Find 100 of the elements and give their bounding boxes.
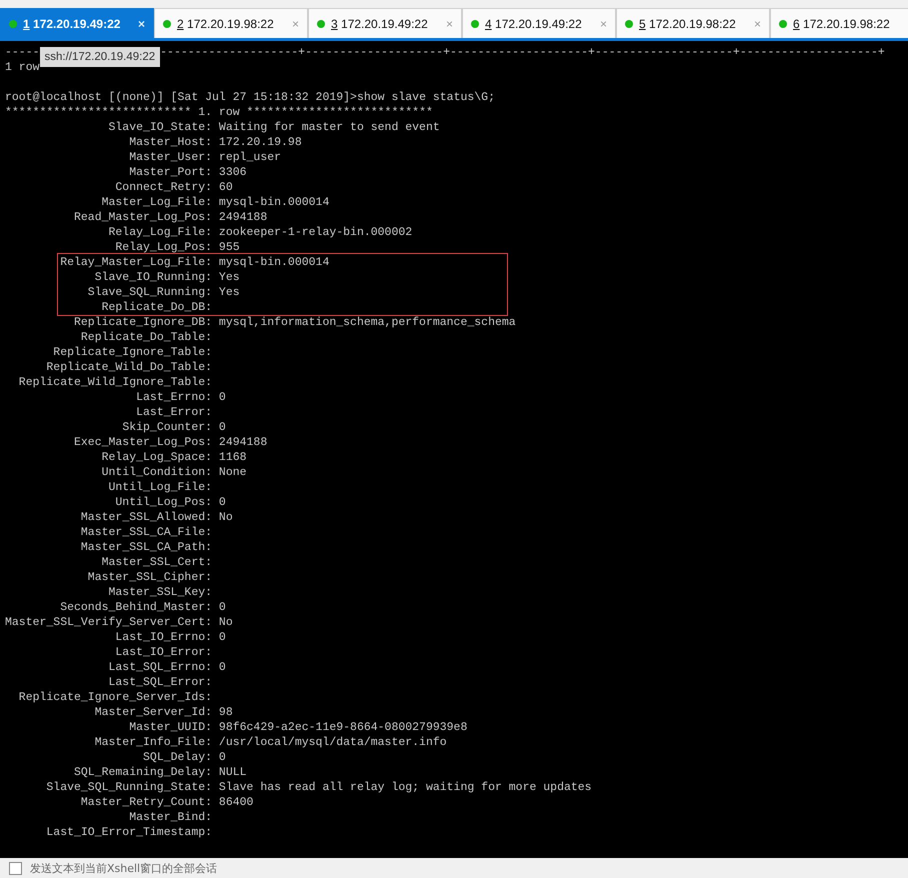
- tooltip: ssh://172.20.19.49:22: [40, 47, 160, 67]
- field-name: Slave_IO_Running:: [94, 270, 212, 285]
- field-name: Replicate_Ignore_Table:: [52, 345, 212, 360]
- field-name: Master_SSL_Cipher:: [86, 570, 212, 585]
- field-name: Master_Bind:: [128, 810, 212, 825]
- field-value: 2494188: [218, 435, 268, 450]
- field-name: Last_IO_Errno:: [114, 630, 212, 645]
- field-name: Relay_Log_Space:: [100, 450, 212, 465]
- field-value: 60: [218, 180, 233, 195]
- field-value: No: [218, 615, 233, 630]
- close-icon[interactable]: ×: [754, 16, 761, 30]
- field-name: Master_SSL_Allowed:: [80, 510, 212, 525]
- field-name: Last_Errno:: [135, 390, 212, 405]
- checkbox-label: 发送文本到当前Xshell窗口的全部会话: [30, 860, 218, 876]
- field-value: No: [218, 510, 233, 525]
- field-name: Last_SQL_Error:: [108, 675, 212, 690]
- field-value: 2494188: [218, 210, 268, 225]
- checkbox[interactable]: [9, 862, 22, 874]
- field-value: 0: [218, 420, 226, 435]
- field-name: Slave_IO_State:: [108, 120, 212, 135]
- field-value: 0: [218, 750, 226, 765]
- field-value: 0: [218, 495, 226, 510]
- field-name: Exec_Master_Log_Pos:: [73, 435, 212, 450]
- field-name: Master_SSL_CA_File:: [80, 525, 212, 540]
- tab-label: 6 172.20.19.98:22: [793, 16, 891, 30]
- session-tab[interactable]: 1 172.20.19.49:22 ×: [0, 8, 154, 38]
- field-name: Until_Log_Pos:: [114, 495, 212, 510]
- field-value: 98f6c429-a2ec-11e9-8664-0800279939e8: [218, 720, 468, 735]
- close-icon[interactable]: ×: [446, 16, 453, 30]
- session-tab[interactable]: 3 172.20.19.49:22 ×: [308, 8, 462, 38]
- field-name: Replicate_Do_Table:: [80, 330, 212, 345]
- field-name: Connect_Retry:: [114, 180, 212, 195]
- field-name: Until_Log_File:: [108, 480, 212, 495]
- field-name: SQL_Delay:: [142, 750, 212, 765]
- field-value: 955: [218, 240, 240, 255]
- field-value: mysql,information_schema,performance_schema: [218, 315, 516, 330]
- field-name: Slave_SQL_Running:: [86, 285, 212, 300]
- field-name: Relay_Log_Pos:: [114, 240, 212, 255]
- tab-label: 4 172.20.19.49:22: [485, 16, 583, 30]
- field-name: Slave_SQL_Running_State:: [45, 780, 212, 795]
- session-tab[interactable]: 6 172.20.19.98:22: [770, 8, 908, 38]
- field-value: 98: [218, 705, 233, 720]
- field-value: zookeeper-1-relay-bin.000002: [218, 225, 412, 240]
- field-value: /usr/local/mysql/data/master.info: [218, 735, 447, 750]
- field-name: Relay_Master_Log_File:: [59, 255, 212, 270]
- terminal-text: --------------------+--------------------+--------------------+--------------------+--------------------+: [160, 45, 885, 60]
- field-name: Last_Error:: [135, 405, 212, 420]
- field-value: 3306: [218, 165, 247, 180]
- close-icon[interactable]: ×: [138, 16, 145, 30]
- field-name: Master_SSL_CA_Path:: [80, 540, 212, 555]
- field-name: Master_Port:: [128, 165, 212, 180]
- field-name: Master_Server_Id:: [94, 705, 212, 720]
- terminal-text: *************************** 1. row ***************************: [5, 105, 433, 120]
- field-name: Master_SSL_Key:: [108, 585, 212, 600]
- field-value: repl_user: [218, 150, 282, 165]
- field-name: Master_Retry_Count:: [80, 795, 212, 810]
- field-value: 1168: [218, 450, 247, 465]
- field-name: Master_Info_File:: [94, 735, 212, 750]
- field-value: Slave has read all relay log; waiting for more updates: [218, 780, 592, 795]
- field-name: Seconds_Behind_Master:: [59, 600, 212, 615]
- field-name: Until_Condition:: [100, 465, 212, 480]
- field-value: Yes: [218, 270, 240, 285]
- tab-label: 3 172.20.19.49:22: [331, 16, 429, 30]
- field-value: 86400: [218, 795, 254, 810]
- field-name: Master_UUID:: [128, 720, 212, 735]
- field-value: None: [218, 465, 247, 480]
- field-value: 0: [218, 660, 226, 675]
- field-value: Waiting for master to send event: [218, 120, 440, 135]
- field-name: Replicate_Do_DB:: [100, 300, 212, 315]
- field-value: 0: [218, 600, 226, 615]
- field-name: Skip_Counter:: [121, 420, 212, 435]
- close-icon[interactable]: ×: [292, 16, 299, 30]
- terminal-text: 1 row: [5, 60, 40, 75]
- field-value: 0: [218, 630, 226, 645]
- field-name: Last_IO_Error:: [114, 645, 212, 660]
- field-value: Yes: [218, 285, 240, 300]
- session-tab[interactable]: 4 172.20.19.49:22 ×: [462, 8, 616, 38]
- field-name: Master_SSL_Verify_Server_Cert:: [5, 615, 212, 630]
- field-name: Master_User:: [128, 150, 212, 165]
- field-name: Last_IO_Error_Timestamp:: [45, 825, 212, 840]
- field-value: 172.20.19.98: [218, 135, 302, 150]
- field-value: NULL: [218, 765, 247, 780]
- session-tab[interactable]: 2 172.20.19.98:22 ×: [154, 8, 308, 38]
- tab-label: 5 172.20.19.98:22: [639, 16, 737, 30]
- tab-label: 1 172.20.19.49:22: [23, 16, 122, 30]
- field-name: SQL_Remaining_Delay:: [73, 765, 212, 780]
- field-name: Replicate_Wild_Ignore_Table:: [18, 375, 212, 390]
- field-name: Master_Host:: [128, 135, 212, 150]
- field-name: Replicate_Ignore_DB:: [73, 315, 212, 330]
- field-name: Replicate_Wild_Do_Table:: [45, 360, 212, 375]
- field-value: mysql-bin.000014: [218, 195, 330, 210]
- close-icon[interactable]: ×: [600, 16, 607, 30]
- field-name: Relay_Log_File:: [108, 225, 212, 240]
- terminal-text: root@localhost [(none)] [Sat Jul 27 15:18:32 2019]>show slave status\G;: [5, 90, 495, 105]
- tab-label: 2 172.20.19.98:22: [177, 16, 275, 30]
- field-value: 0: [218, 390, 226, 405]
- field-name: Master_Log_File:: [100, 195, 212, 210]
- field-value: mysql-bin.000014: [218, 255, 330, 270]
- session-tab[interactable]: 5 172.20.19.98:22 ×: [616, 8, 770, 38]
- field-name: Last_SQL_Errno:: [108, 660, 212, 675]
